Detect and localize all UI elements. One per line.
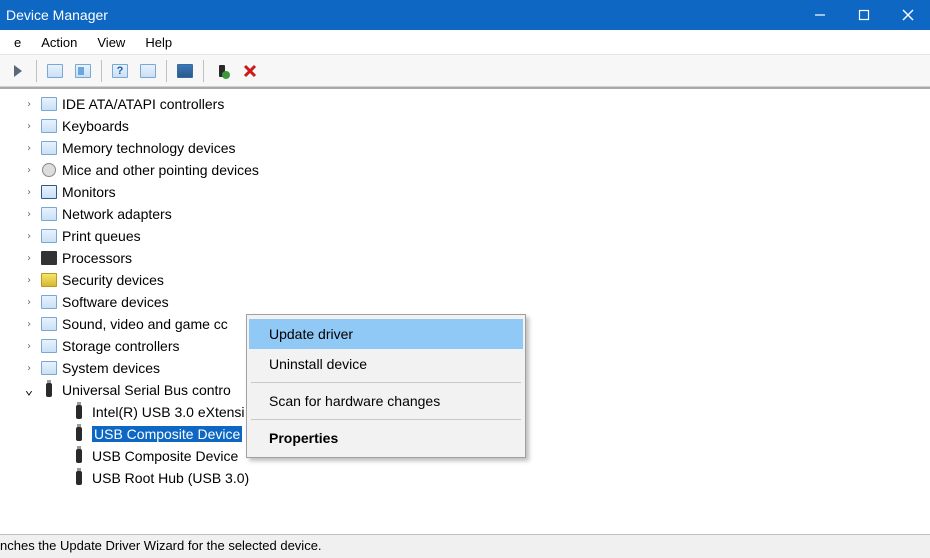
no-twisty — [52, 449, 66, 463]
expand-icon[interactable]: › — [22, 339, 36, 353]
tree-item[interactable]: › Print queues — [0, 225, 930, 247]
show-panel-button[interactable] — [43, 59, 67, 83]
printer-icon — [40, 227, 58, 245]
no-twisty — [52, 405, 66, 419]
tree-item-label: Sound, video and game cc — [62, 316, 228, 332]
tree-item-label: USB Composite Device — [92, 426, 242, 442]
context-menu-separator — [251, 419, 521, 420]
forward-button[interactable] — [6, 59, 30, 83]
controller-icon — [40, 95, 58, 113]
sound-icon — [40, 315, 58, 333]
tree-item-label: Mice and other pointing devices — [62, 162, 259, 178]
tree-item[interactable]: › Software devices — [0, 291, 930, 313]
expand-icon[interactable]: › — [22, 251, 36, 265]
toolbar: ? — [0, 55, 930, 87]
expand-icon[interactable]: › — [22, 229, 36, 243]
tree-item-label: Universal Serial Bus contro — [62, 382, 231, 398]
device-manager-window: Device Manager e Action View Help ? › IDE… — [0, 0, 930, 558]
toolbar-separator — [101, 60, 102, 82]
usb-icon — [70, 425, 88, 443]
usb-icon — [70, 469, 88, 487]
usb-icon — [70, 447, 88, 465]
toolbar-separator — [36, 60, 37, 82]
device-tree-panel[interactable]: › IDE ATA/ATAPI controllers › Keyboards › Mem… — [0, 87, 930, 534]
update-driver-button[interactable] — [136, 59, 160, 83]
context-menu-item[interactable]: Scan for hardware changes — [249, 386, 523, 416]
processor-icon — [40, 249, 58, 267]
expand-icon[interactable]: › — [22, 163, 36, 177]
help-button[interactable]: ? — [108, 59, 132, 83]
menu-help[interactable]: Help — [135, 32, 182, 53]
tree-item-label: Network adapters — [62, 206, 172, 222]
security-icon — [40, 271, 58, 289]
tree-item-label: Monitors — [62, 184, 116, 200]
minimize-button[interactable] — [798, 0, 842, 30]
tree-item-label: Security devices — [62, 272, 164, 288]
window-title: Device Manager — [6, 7, 798, 23]
tree-item[interactable]: › IDE ATA/ATAPI controllers — [0, 93, 930, 115]
system-icon — [40, 359, 58, 377]
tree-item-label: Memory technology devices — [62, 140, 236, 156]
toolbar-separator — [203, 60, 204, 82]
tree-item-label: Intel(R) USB 3.0 eXtensi — [92, 404, 245, 420]
context-menu-item[interactable]: Update driver — [249, 319, 523, 349]
tree-item-label: System devices — [62, 360, 160, 376]
tree-item-label: Processors — [62, 250, 132, 266]
network-icon — [40, 205, 58, 223]
menu-view[interactable]: View — [87, 32, 135, 53]
tree-item-label: Storage controllers — [62, 338, 180, 354]
tree-item[interactable]: › Memory technology devices — [0, 137, 930, 159]
monitor-icon — [40, 183, 58, 201]
tree-item-label: Print queues — [62, 228, 141, 244]
no-twisty — [52, 427, 66, 441]
usb-controller-icon — [40, 381, 58, 399]
expand-icon[interactable]: › — [22, 185, 36, 199]
expand-icon[interactable]: › — [22, 207, 36, 221]
tree-item-label: USB Composite Device — [92, 448, 238, 464]
tree-item[interactable]: › Monitors — [0, 181, 930, 203]
software-icon — [40, 293, 58, 311]
expand-icon[interactable]: › — [22, 295, 36, 309]
no-twisty — [52, 471, 66, 485]
expand-icon[interactable]: › — [22, 273, 36, 287]
scan-hardware-button[interactable] — [173, 59, 197, 83]
storage-icon — [40, 337, 58, 355]
menu-action[interactable]: Action — [31, 32, 87, 53]
mouse-icon — [40, 161, 58, 179]
collapse-icon[interactable]: ⌄ — [22, 383, 36, 397]
memory-icon — [40, 139, 58, 157]
tree-item[interactable]: › Mice and other pointing devices — [0, 159, 930, 181]
expand-icon[interactable]: › — [22, 119, 36, 133]
toolbar-separator — [166, 60, 167, 82]
tree-item-label: IDE ATA/ATAPI controllers — [62, 96, 224, 112]
context-menu-separator — [251, 382, 521, 383]
expand-icon[interactable]: › — [22, 317, 36, 331]
tree-item[interactable]: › Network adapters — [0, 203, 930, 225]
expand-icon[interactable]: › — [22, 141, 36, 155]
enable-button[interactable] — [210, 59, 234, 83]
titlebar: Device Manager — [0, 0, 930, 30]
properties-panel-button[interactable] — [71, 59, 95, 83]
context-menu-item[interactable]: Properties — [249, 423, 523, 453]
tree-item[interactable]: › Security devices — [0, 269, 930, 291]
tree-item[interactable]: › Processors — [0, 247, 930, 269]
tree-item[interactable]: › Keyboards — [0, 115, 930, 137]
context-menu: Update driverUninstall device Scan for ha… — [246, 314, 526, 458]
menu-file-truncated[interactable]: e — [4, 32, 31, 53]
tree-item-label: USB Root Hub (USB 3.0) — [92, 470, 249, 486]
uninstall-button[interactable] — [238, 59, 262, 83]
keyboard-icon — [40, 117, 58, 135]
close-button[interactable] — [886, 0, 930, 30]
tree-item-label: Keyboards — [62, 118, 129, 134]
maximize-button[interactable] — [842, 0, 886, 30]
context-menu-item[interactable]: Uninstall device — [249, 349, 523, 379]
expand-icon[interactable]: › — [22, 361, 36, 375]
tree-item-label: Software devices — [62, 294, 169, 310]
usb-icon — [70, 403, 88, 421]
tree-item[interactable]: USB Root Hub (USB 3.0) — [0, 467, 930, 489]
expand-icon[interactable]: › — [22, 97, 36, 111]
menubar: e Action View Help — [0, 30, 930, 55]
status-bar: nches the Update Driver Wizard for the s… — [0, 534, 930, 558]
